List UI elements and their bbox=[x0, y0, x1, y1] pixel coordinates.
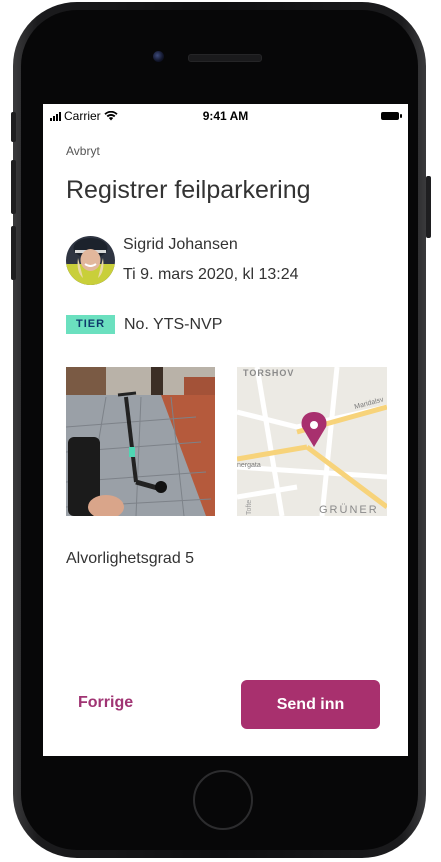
map-label-street-3: Tofte bbox=[246, 500, 253, 515]
power-button bbox=[426, 176, 431, 238]
speaker-grille bbox=[188, 54, 262, 62]
status-bar: Carrier 9:41 AM bbox=[43, 104, 408, 126]
tier-logo: TIER bbox=[66, 315, 115, 334]
camera-icon bbox=[153, 51, 164, 62]
reporter-name: Sigrid Johansen bbox=[123, 236, 238, 253]
volume-down-button bbox=[11, 226, 16, 280]
app-screen: Carrier 9:41 AM Avbryt Registrer feilpar… bbox=[43, 104, 408, 756]
mute-switch bbox=[11, 112, 16, 142]
vehicle-plate: No. YTS-NVP bbox=[124, 316, 223, 333]
cancel-link[interactable]: Avbryt bbox=[66, 144, 100, 158]
previous-button[interactable]: Forrige bbox=[78, 694, 133, 712]
battery-icon bbox=[381, 112, 402, 120]
volume-up-button bbox=[11, 160, 16, 214]
status-time: 9:41 AM bbox=[202, 109, 249, 123]
map-label-torshov: TORSHOV bbox=[243, 368, 294, 378]
home-button[interactable] bbox=[193, 770, 253, 830]
page-title: Registrer feilparkering bbox=[66, 176, 311, 204]
avatar bbox=[66, 236, 115, 285]
map-label-gruner: GRÜNER bbox=[319, 504, 379, 516]
location-map[interactable]: TORSHOV Maridalsv nergata Tofte GRÜNER bbox=[237, 367, 387, 516]
report-datetime: Ti 9. mars 2020, kl 13:24 bbox=[123, 266, 299, 283]
severity-label: Alvorlighetsgrad 5 bbox=[66, 550, 195, 567]
submit-button[interactable]: Send inn bbox=[241, 680, 380, 729]
scooter-photo[interactable] bbox=[66, 367, 215, 516]
map-label-street-2: nergata bbox=[237, 462, 261, 469]
